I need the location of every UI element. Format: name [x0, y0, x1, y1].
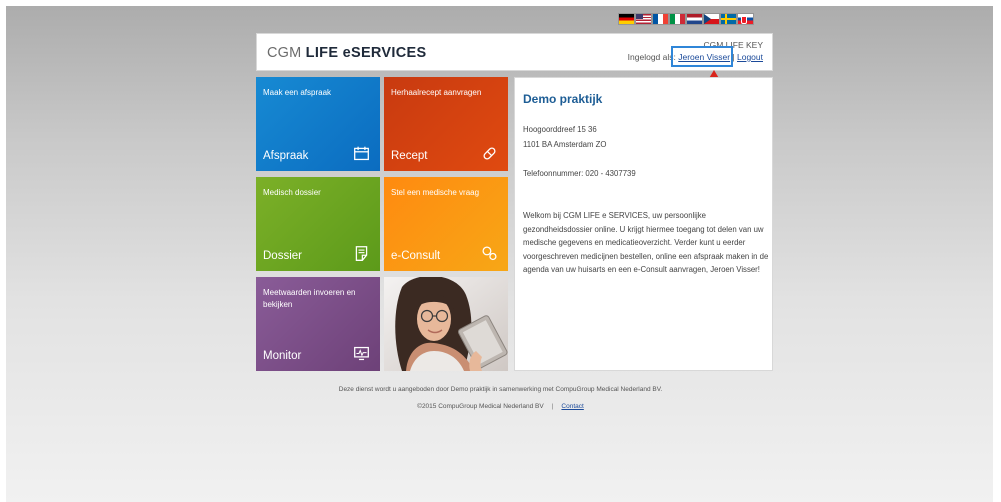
woman-with-tablet-photo	[384, 277, 508, 371]
flag-usa-icon[interactable]	[636, 14, 651, 24]
logo-brand: LIFE eSERVICES	[305, 45, 427, 61]
flag-italy-icon[interactable]	[670, 14, 685, 24]
logo[interactable]: CGM LIFE eSERVICES	[267, 45, 426, 61]
monitor-icon	[354, 346, 369, 361]
tile-dossier[interactable]: Medisch dossier Dossier	[256, 177, 380, 271]
tile-dossier-subtitle: Medisch dossier	[263, 188, 321, 197]
tile-afspraak-title: Afspraak	[263, 150, 309, 162]
woman-with-tablet-illustration	[384, 277, 508, 371]
flag-france-icon[interactable]	[653, 14, 668, 24]
tile-dossier-title: Dossier	[263, 250, 302, 262]
practice-address-street: Hoogoorddreef 15 36	[523, 125, 597, 134]
practice-address-city: 1101 BA Amsterdam ZO	[523, 140, 607, 149]
screenshot-frame-right	[993, 0, 1001, 502]
flag-slovakia-icon[interactable]	[738, 14, 753, 24]
calendar-icon	[354, 146, 369, 161]
tile-consult-title: e-Consult	[391, 250, 441, 262]
flag-sweden-icon[interactable]	[721, 14, 736, 24]
contact-link[interactable]: Contact	[561, 403, 583, 410]
tile-monitor-title: Monitor	[263, 350, 302, 362]
practice-name: Demo praktijk	[523, 92, 603, 106]
tile-consult[interactable]: Stel een medische vraag e-Consult	[384, 177, 508, 271]
tile-recept-subtitle: Herhaalrecept aanvragen	[391, 88, 482, 97]
annotation-highlight-box	[671, 46, 733, 67]
tile-consult-subtitle: Stel een medische vraag	[391, 188, 480, 197]
footer-disclaimer: Deze dienst wordt u aangeboden door Demo…	[338, 386, 663, 393]
practice-info-panel: Demo praktijk Hoogoorddreef 15 36 1101 B…	[514, 77, 773, 371]
tile-monitor-subtitle: Meetwaarden invoeren en bekijken	[263, 288, 356, 309]
footer-separator: |	[551, 403, 554, 410]
screenshot-frame-left	[0, 0, 6, 502]
tile-afspraak-subtitle: Maak een afspraak	[263, 88, 332, 97]
footer-copyright-line: ©2015 CompuGroup Medical Nederland BV | Co…	[0, 403, 1001, 410]
footer-copyright: ©2015 CompuGroup Medical Nederland BV	[417, 403, 544, 410]
logout-link[interactable]: Logout	[737, 52, 763, 62]
flag-germany-icon[interactable]	[619, 14, 634, 24]
document-icon	[355, 246, 368, 261]
logo-prefix: CGM	[267, 45, 306, 61]
tile-afspraak[interactable]: Maak een afspraak Afspraak	[256, 77, 380, 171]
pill-icon	[483, 147, 496, 160]
chat-icon	[482, 246, 497, 261]
tile-recept-title: Recept	[391, 150, 428, 162]
screenshot-frame-top	[0, 0, 1001, 6]
flag-netherlands-icon[interactable]	[687, 14, 702, 24]
tile-recept[interactable]: Herhaalrecept aanvragen Recept	[384, 77, 508, 171]
practice-phone: Telefoonnummer: 020 - 4307739	[523, 169, 636, 178]
welcome-text: Welkom bij CGM LIFE e SERVICES, uw perso…	[523, 211, 769, 275]
language-selector	[619, 14, 753, 24]
tile-monitor[interactable]: Meetwaarden invoeren en bekijken Monitor	[256, 277, 380, 371]
flag-czech-republic-icon[interactable]	[704, 14, 719, 24]
